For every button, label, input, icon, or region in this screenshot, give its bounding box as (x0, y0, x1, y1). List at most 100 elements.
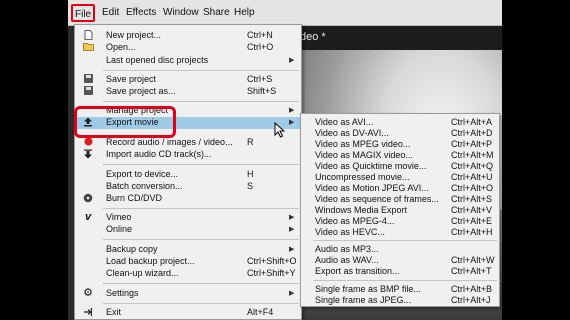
submenu-arrow-icon: ▶ (289, 214, 295, 221)
menu-item-label: Batch conversion... (106, 181, 183, 191)
submenu-item-shortcut: Ctrl+Alt+J (451, 295, 491, 305)
submenu-item-windows-media-export[interactable]: Windows Media Export Ctrl+Alt+V (301, 205, 499, 216)
menu-item-export-movie[interactable]: Export movie ▶ (75, 117, 301, 129)
menu-effects[interactable]: Effects (123, 6, 159, 20)
submenu-separator (313, 240, 497, 241)
window-title: deo * (300, 26, 502, 50)
submenu-item-shortcut: Ctrl+Alt+U (451, 172, 493, 182)
submenu-item-label: Single frame as BMP file... (315, 284, 421, 294)
submenu-item-video-hevc[interactable]: Video as HEVC... Ctrl+Alt+H (301, 227, 499, 238)
menu-item-shortcut: S (247, 181, 254, 191)
menu-item-export-to-device[interactable]: Export to device... H (75, 169, 301, 180)
submenu-item-audio-wav[interactable]: Audio as WAV... Ctrl+Alt+W (301, 255, 499, 266)
menu-item-open[interactable]: Open... Ctrl+O (75, 42, 301, 53)
submenu-item-video-magix[interactable]: Video as MAGIX video... Ctrl+Alt+M (301, 150, 499, 161)
mouse-cursor-icon (274, 122, 286, 138)
menu-item-label: Import audio CD track(s)... (106, 149, 212, 159)
submenu-item-video-sequence-frames[interactable]: Video as sequence of frames... Ctrl+Alt+… (301, 194, 499, 205)
submenu-separator (313, 280, 497, 281)
menu-item-burn-cd-dvd[interactable]: Burn CD/DVD (75, 193, 301, 204)
menu-item-label: Record audio / images / video... (106, 137, 233, 147)
menu-item-backup-copy[interactable]: Backup copy ▶ (75, 244, 301, 255)
submenu-item-shortcut: Ctrl+Alt+S (451, 194, 493, 204)
submenu-item-single-frame-jpeg[interactable]: Single frame as JPEG... Ctrl+Alt+J (301, 295, 499, 306)
menu-separator (103, 164, 299, 165)
submenu-arrow-icon: ▶ (289, 119, 295, 126)
menu-edit[interactable]: Edit (99, 6, 122, 20)
submenu-item-video-quicktime[interactable]: Video as Quicktime movie... Ctrl+Alt+Q (301, 161, 499, 172)
submenu-item-video-mpeg[interactable]: Video as MPEG video... Ctrl+Alt+P (301, 139, 499, 150)
menu-item-label: Save project (106, 74, 157, 84)
menu-item-label: Load backup project... (106, 256, 195, 266)
submenu-item-shortcut: Ctrl+Alt+O (451, 183, 494, 193)
submenu-item-video-mpeg4[interactable]: Video as MPEG-4... Ctrl+Alt+E (301, 216, 499, 227)
disc-icon (81, 193, 95, 204)
menu-item-clean-up-wizard[interactable]: Clean-up wizard... Ctrl+Shift+Y (75, 268, 301, 279)
menu-item-vimeo[interactable]: v Vimeo ▶ (75, 212, 301, 223)
exit-icon (81, 307, 95, 318)
menu-item-save-project-as[interactable]: Save project as... Shift+S (75, 86, 301, 97)
submenu-item-single-frame-bmp[interactable]: Single frame as BMP file... Ctrl+Alt+B (301, 284, 499, 295)
submenu-arrow-icon: ▶ (289, 226, 295, 233)
menu-item-shortcut: R (247, 137, 254, 147)
menu-share[interactable]: Share (200, 6, 233, 20)
menu-help[interactable]: Help (231, 6, 258, 20)
menu-item-label: Exit (106, 307, 122, 317)
submenu-item-label: Video as Quicktime movie... (315, 161, 427, 171)
menu-item-import-audio-cd[interactable]: Import audio CD track(s)... (75, 149, 301, 160)
submenu-arrow-icon: ▶ (289, 107, 295, 114)
menu-item-exit[interactable]: Exit Alt+F4 (75, 307, 301, 318)
menu-item-record[interactable]: Record audio / images / video... R (75, 137, 301, 148)
save-as-icon (81, 86, 95, 97)
submenu-item-shortcut: Ctrl+Alt+B (451, 284, 493, 294)
menu-item-shortcut: Ctrl+O (247, 42, 274, 52)
submenu-item-label: Audio as WAV... (315, 255, 379, 265)
menu-item-shortcut: Ctrl+S (247, 74, 273, 84)
menu-separator (103, 239, 299, 240)
menu-item-shortcut: Ctrl+N (247, 30, 273, 40)
submenu-item-shortcut: Ctrl+Alt+M (451, 150, 494, 160)
submenu-item-label: Single frame as JPEG... (315, 295, 412, 305)
submenu-item-video-dv-avi[interactable]: Video as DV-AVI... Ctrl+Alt+D (301, 128, 499, 139)
menu-file[interactable]: File (71, 4, 95, 22)
menu-item-label: Clean-up wizard... (106, 268, 179, 278)
menu-item-new-project[interactable]: New project... Ctrl+N (75, 30, 301, 41)
submenu-item-export-transition[interactable]: Export as transition... Ctrl+Alt+T (301, 266, 499, 277)
submenu-arrow-icon: ▶ (289, 57, 295, 64)
submenu-arrow-icon: ▶ (289, 290, 295, 297)
menu-item-label: Save project as... (106, 86, 176, 96)
menu-item-online[interactable]: Online ▶ (75, 224, 301, 235)
menu-bar: File Edit Effects Window Share Help (68, 0, 502, 26)
submenu-item-audio-mp3[interactable]: Audio as MP3... (301, 244, 499, 255)
save-icon (81, 74, 95, 85)
menu-item-batch-conversion[interactable]: Batch conversion... S (75, 181, 301, 192)
menu-item-load-backup-project[interactable]: Load backup project... Ctrl+Shift+O (75, 256, 301, 267)
menu-window[interactable]: Window (160, 6, 202, 20)
menu-item-label: New project... (106, 30, 162, 40)
import-cd-icon (81, 149, 95, 160)
submenu-item-label: Video as MPEG video... (315, 139, 411, 149)
submenu-item-video-motion-jpeg[interactable]: Video as Motion JPEG AVI... Ctrl+Alt+O (301, 183, 499, 194)
submenu-item-label: Uncompressed movie... (315, 172, 410, 182)
menu-item-label: Export to device... (106, 169, 179, 179)
export-icon (81, 117, 95, 128)
submenu-item-label: Video as Motion JPEG AVI... (315, 183, 429, 193)
record-icon (81, 137, 95, 148)
submenu-item-label: Video as MPEG-4... (315, 216, 395, 226)
submenu-item-video-avi[interactable]: Video as AVI... Ctrl+Alt+A (301, 117, 499, 128)
submenu-item-label: Video as AVI... (315, 117, 374, 127)
submenu-item-uncompressed-movie[interactable]: Uncompressed movie... Ctrl+Alt+U (301, 172, 499, 183)
menu-item-save-project[interactable]: Save project Ctrl+S (75, 74, 301, 85)
submenu-item-shortcut: Ctrl+Alt+D (451, 128, 493, 138)
open-folder-icon (81, 42, 95, 53)
menu-item-shortcut: Shift+S (247, 86, 277, 96)
menu-item-manage-project[interactable]: Manage project ▶ (75, 105, 301, 116)
menu-item-settings[interactable]: ⚙ Settings ▶ (75, 288, 301, 299)
menu-item-label: Open... (106, 42, 136, 52)
menu-item-last-opened[interactable]: Last opened disc projects ▶ (75, 55, 301, 66)
submenu-item-label: Windows Media Export (315, 205, 408, 215)
submenu-item-label: Video as MAGIX video... (315, 150, 413, 160)
menu-item-label: Manage project (106, 105, 169, 115)
submenu-item-shortcut: Ctrl+Alt+T (451, 266, 492, 276)
gear-icon: ⚙ (83, 287, 93, 299)
